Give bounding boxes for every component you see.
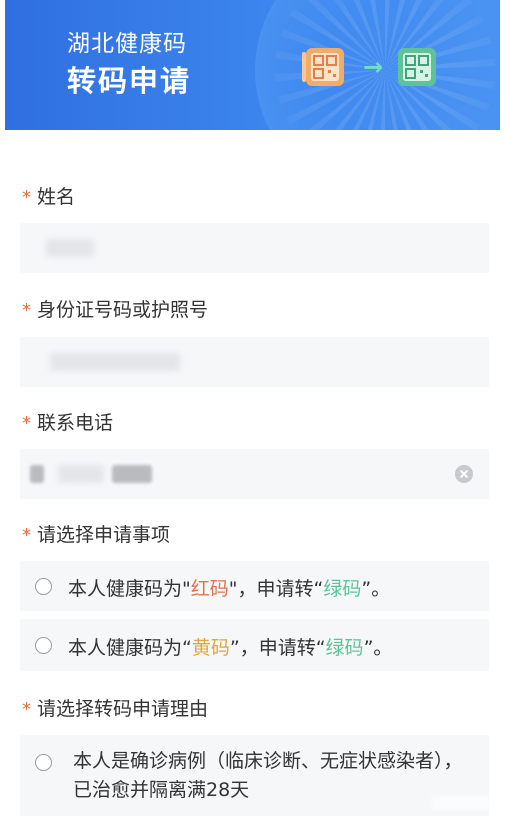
reason-label: * 请选择转码申请理由: [22, 698, 209, 720]
radio-button[interactable]: [35, 637, 52, 654]
clear-icon[interactable]: [455, 465, 473, 483]
banner-subtitle: 转码申请: [67, 64, 192, 98]
matter-option-text: 本人健康码为“黄码”，申请转“绿码”。: [68, 637, 393, 659]
required-star-icon: *: [22, 413, 31, 434]
radio-button[interactable]: [35, 578, 52, 595]
phone-label: * 联系电话: [22, 412, 114, 434]
qr-convert-icon: →: [302, 48, 436, 86]
radio-button[interactable]: [35, 754, 52, 771]
matter-option-text: 本人健康码为"红码"，申请转“绿码”。: [68, 578, 391, 600]
redacted-id-number: [50, 353, 180, 371]
matter-option-red-to-green[interactable]: 本人健康码为"红码"，申请转“绿码”。: [20, 561, 489, 611]
header-banner: 湖北健康码 转码申请 →: [5, 0, 500, 130]
required-star-icon: *: [22, 699, 31, 720]
name-label: * 姓名: [22, 186, 76, 208]
banner-title: 湖北健康码: [67, 31, 187, 57]
watermark: [431, 796, 497, 810]
redacted-phone-part: [30, 465, 44, 483]
name-input[interactable]: [20, 223, 489, 273]
redacted-name: [46, 239, 94, 257]
redacted-phone-part: [112, 465, 152, 483]
required-star-icon: *: [22, 300, 31, 321]
required-star-icon: *: [22, 187, 31, 208]
reason-option-recovered[interactable]: 本人是确诊病例（临床诊断、无症状感染者），已治愈并隔离满28天: [20, 735, 489, 816]
required-star-icon: *: [22, 525, 31, 546]
reason-option-text: 本人是确诊病例（临床诊断、无症状感染者），已治愈并隔离满28天: [73, 750, 463, 801]
redacted-phone-part: [58, 465, 104, 483]
matter-label: * 请选择申请事项: [22, 524, 171, 546]
id-number-label: * 身份证号码或护照号: [22, 299, 209, 321]
matter-option-yellow-to-green[interactable]: 本人健康码为“黄码”，申请转“绿码”。: [20, 619, 489, 671]
arrow-icon: →: [363, 53, 383, 81]
id-number-input[interactable]: [20, 337, 489, 387]
phone-input[interactable]: [20, 449, 489, 499]
